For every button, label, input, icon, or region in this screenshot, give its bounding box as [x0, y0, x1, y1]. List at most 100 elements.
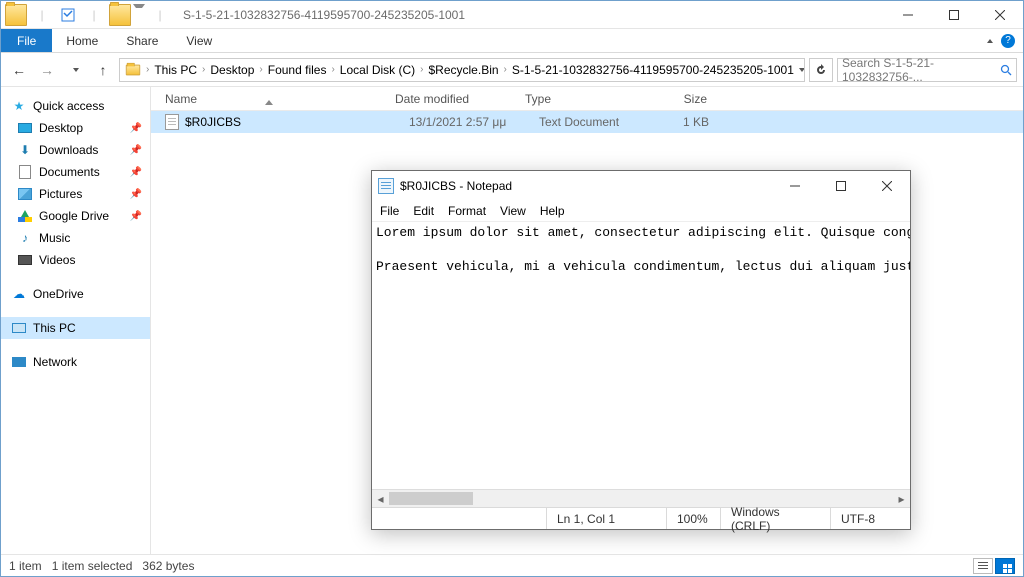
cursor-position: Ln 1, Col 1	[546, 508, 666, 529]
breadcrumb-segment[interactable]: This PC	[151, 63, 200, 77]
sidebar-item-downloads[interactable]: ⬇Downloads📌	[1, 139, 150, 161]
explorer-status-bar: 1 item 1 item selected 362 bytes	[1, 554, 1023, 576]
file-name: $R0JICBS	[185, 115, 409, 129]
cloud-icon: ☁	[11, 286, 27, 302]
tab-file[interactable]: File	[1, 29, 52, 52]
notepad-status-bar: Ln 1, Col 1 100% Windows (CRLF) UTF-8	[372, 507, 910, 529]
minimize-button[interactable]	[772, 171, 818, 201]
tab-share[interactable]: Share	[112, 29, 172, 52]
separator-icon: |	[83, 4, 105, 26]
menu-edit[interactable]: Edit	[413, 204, 434, 218]
notepad-text-area[interactable]: Lorem ipsum dolor sit amet, consectetur …	[372, 221, 910, 490]
back-button[interactable]: ←	[7, 58, 31, 82]
notepad-title: $R0JICBS - Notepad	[400, 179, 512, 193]
scroll-left-icon[interactable]: ◂	[372, 490, 389, 507]
column-date[interactable]: Date modified	[395, 92, 525, 106]
new-folder-icon[interactable]	[109, 4, 131, 26]
scrollbar-thumb[interactable]	[389, 492, 473, 505]
folder-icon	[122, 64, 144, 76]
sidebar-item-videos[interactable]: Videos	[1, 249, 150, 271]
sidebar-label: This PC	[33, 321, 76, 335]
close-button[interactable]	[864, 171, 910, 201]
breadcrumb-segment[interactable]: S-1-5-21-1032832756-4119595700-245235205…	[509, 63, 797, 77]
sidebar-label: Desktop	[39, 121, 83, 135]
view-toggle	[973, 558, 1015, 574]
menu-help[interactable]: Help	[540, 204, 565, 218]
sidebar-item-onedrive[interactable]: ☁OneDrive	[1, 283, 150, 305]
tab-view[interactable]: View	[172, 29, 226, 52]
close-button[interactable]	[977, 1, 1023, 29]
sidebar-label: Quick access	[33, 99, 104, 113]
horizontal-scrollbar[interactable]: ◂ ▸	[372, 490, 910, 507]
search-icon	[1000, 64, 1012, 76]
menu-file[interactable]: File	[380, 204, 399, 218]
sidebar-item-this-pc[interactable]: This PC	[1, 317, 150, 339]
window-controls	[885, 1, 1023, 29]
text-file-icon	[165, 114, 179, 130]
sidebar-item-pictures[interactable]: Pictures📌	[1, 183, 150, 205]
menu-view[interactable]: View	[500, 204, 526, 218]
pin-icon: 📌	[130, 211, 142, 222]
column-name[interactable]: Name	[165, 92, 395, 106]
sidebar-label: Pictures	[39, 187, 82, 201]
maximize-button[interactable]	[931, 1, 977, 29]
sidebar-item-network[interactable]: Network	[1, 351, 150, 373]
notepad-icon	[378, 178, 394, 194]
sidebar-item-desktop[interactable]: Desktop 📌	[1, 117, 150, 139]
sidebar-item-google-drive[interactable]: Google Drive📌	[1, 205, 150, 227]
tab-home[interactable]: Home	[52, 29, 112, 52]
ribbon-expand-icon[interactable]	[985, 34, 993, 48]
column-size[interactable]: Size	[655, 92, 715, 106]
properties-icon[interactable]	[57, 4, 79, 26]
scroll-right-icon[interactable]: ▸	[893, 490, 910, 507]
star-icon: ★	[11, 98, 27, 114]
sidebar-label: Downloads	[39, 143, 98, 157]
sidebar-item-music[interactable]: ♪Music	[1, 227, 150, 249]
minimize-button[interactable]	[885, 1, 931, 29]
breadcrumb-segment[interactable]: $Recycle.Bin	[426, 63, 502, 77]
sidebar-item-documents[interactable]: Documents📌	[1, 161, 150, 183]
file-row[interactable]: $R0JICBS 13/1/2021 2:57 μμ Text Document…	[151, 111, 1023, 133]
sort-ascending-icon	[265, 100, 273, 105]
column-type[interactable]: Type	[525, 92, 655, 106]
forward-button[interactable]: →	[35, 58, 59, 82]
pin-icon: 📌	[130, 123, 142, 134]
search-input[interactable]: Search S-1-5-21-1032832756-...	[837, 58, 1017, 82]
desktop-icon	[17, 120, 33, 136]
file-date: 13/1/2021 2:57 μμ	[409, 115, 539, 129]
breadcrumb-segment[interactable]: Local Disk (C)	[337, 63, 418, 77]
menu-format[interactable]: Format	[448, 204, 486, 218]
address-bar[interactable]: › This PC› Desktop› Found files› Local D…	[119, 58, 805, 82]
sidebar-label: Videos	[39, 253, 75, 267]
details-view-button[interactable]	[973, 558, 993, 574]
scrollbar-track[interactable]	[389, 490, 893, 507]
search-placeholder: Search S-1-5-21-1032832756-...	[842, 56, 1000, 84]
quick-access-toolbar: | | |	[1, 4, 175, 26]
google-drive-icon	[17, 208, 33, 224]
refresh-button[interactable]	[809, 58, 833, 82]
recent-locations-button[interactable]	[63, 58, 87, 82]
separator-icon: |	[149, 4, 171, 26]
zoom-level: 100%	[666, 508, 720, 529]
encoding: UTF-8	[830, 508, 910, 529]
address-history-icon[interactable]	[799, 68, 805, 72]
pin-icon: 📌	[130, 145, 142, 156]
qat-customize-icon[interactable]	[131, 4, 145, 26]
sidebar-item-quick-access[interactable]: ★ Quick access	[1, 95, 150, 117]
breadcrumb-segment[interactable]: Found files	[265, 63, 330, 77]
sidebar-label: Music	[39, 231, 70, 245]
notepad-window: $R0JICBS - Notepad File Edit Format View…	[371, 170, 911, 530]
sidebar-label: Network	[33, 355, 77, 369]
selection-count: 1 item selected	[52, 559, 133, 573]
breadcrumb-segment[interactable]: Desktop	[207, 63, 257, 77]
thumbnails-view-button[interactable]	[995, 558, 1015, 574]
videos-icon	[17, 252, 33, 268]
explorer-titlebar: | | | S-1-5-21-1032832756-4119595700-245…	[1, 1, 1023, 29]
file-type: Text Document	[539, 115, 669, 129]
maximize-button[interactable]	[818, 171, 864, 201]
window-title: S-1-5-21-1032832756-4119595700-245235205…	[183, 8, 465, 22]
up-button[interactable]: ↑	[91, 58, 115, 82]
window-controls	[772, 171, 910, 201]
pin-icon: 📌	[130, 167, 142, 178]
help-icon[interactable]: ?	[1001, 34, 1015, 48]
